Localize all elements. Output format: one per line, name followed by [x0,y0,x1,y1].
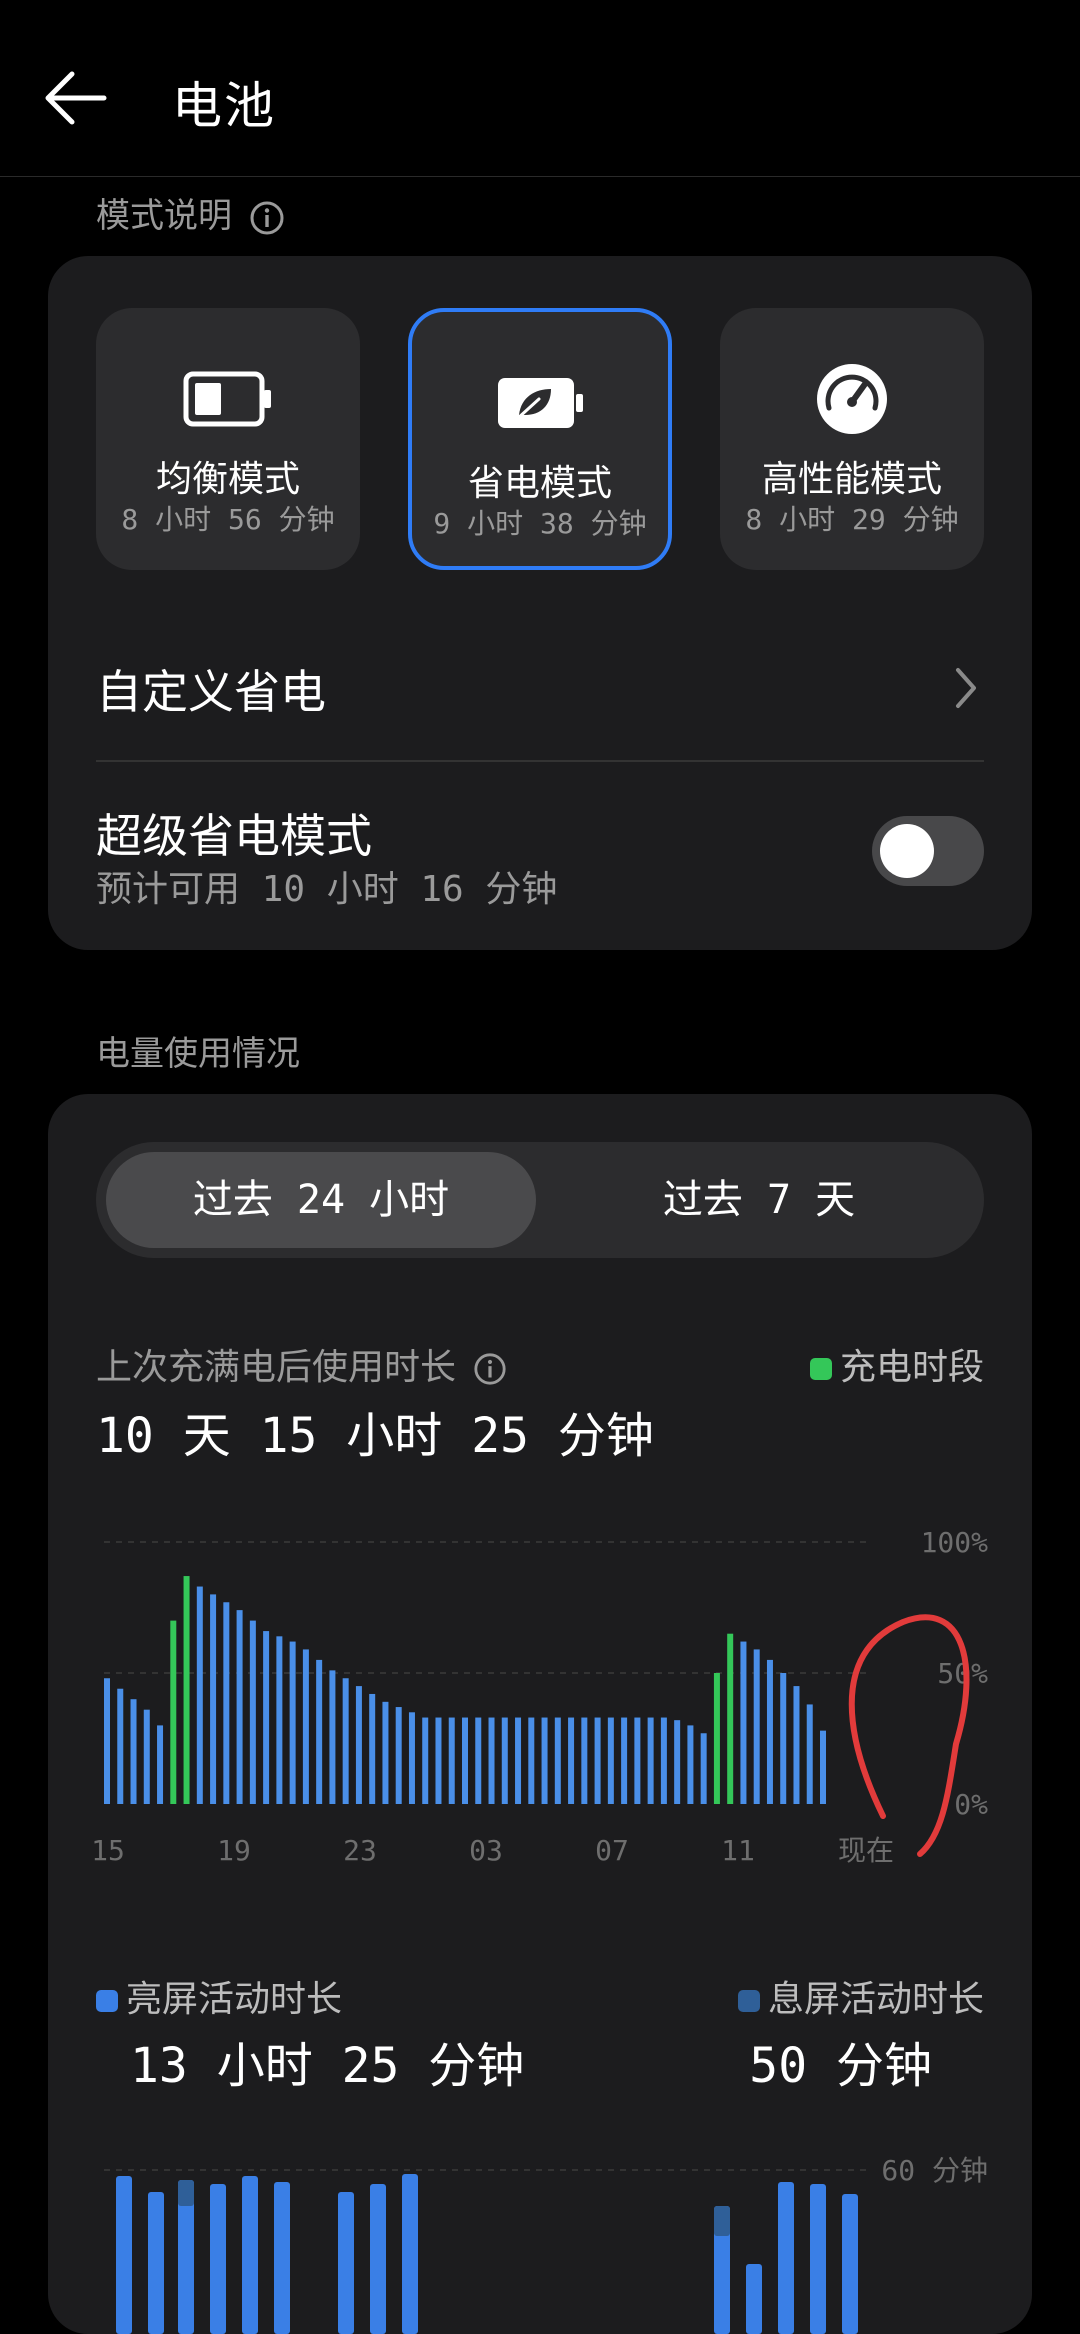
back-arrow-icon [45,71,107,125]
divider [96,760,984,762]
mode-saver-tile[interactable]: 省电模式 9 小时 38 分钟 [408,308,672,570]
super-saver-toggle[interactable] [872,816,984,886]
mode-name: 高性能模式 [761,459,942,500]
screen-on-bar [210,2184,226,2334]
screen-on-bar [274,2182,290,2334]
mode-time: 8 小时 56 分钟 [121,503,335,536]
screen-on-bar [370,2184,386,2334]
custom-saver-label: 自定义省电 [96,665,326,719]
screen-on-bar [778,2182,794,2334]
screen-on-bar [116,2176,132,2334]
screen-on-bar [810,2184,826,2334]
y-tick-label: 60 分钟 [881,2154,988,2187]
usage-card: 过去 24 小时 过去 7 天 上次充满电后使用时长 充电时段 10 天 15 … [48,1094,1032,2334]
mode-section-text: 模式说明 [96,196,232,236]
battery-icon [96,364,360,434]
screen-off-bar [178,2180,194,2206]
speedometer-icon [720,364,984,434]
mode-balanced-tile[interactable]: 均衡模式 8 小时 56 分钟 [96,308,360,570]
mode-section-label: 模式说明 [96,188,285,237]
mode-time: 9 小时 38 分钟 [433,507,647,540]
mode-name: 均衡模式 [155,459,300,500]
screen-on-bar [842,2194,858,2334]
screen-on-bar [148,2192,164,2334]
super-saver-estimate: 预计可用 10 小时 16 分钟 [96,869,558,910]
super-saver-label: 超级省电模式 [96,809,372,863]
page-title: 电池 [172,77,276,135]
mode-name: 省电模式 [467,463,612,504]
battery-leaf-icon [412,368,668,438]
info-icon[interactable] [249,200,285,236]
screen-off-bar [714,2206,730,2236]
mode-performance-tile[interactable]: 高性能模式 8 小时 29 分钟 [720,308,984,570]
screen-on-bar [242,2176,258,2334]
chevron-right-icon [956,668,976,708]
usage-section-label: 电量使用情况 [96,1034,300,1074]
top-bar: 电池 [0,0,1080,177]
screen-on-bar [402,2174,418,2334]
custom-saver-row[interactable]: 自定义省电 [48,616,1032,750]
back-button[interactable] [40,62,130,142]
screen-on-bar [338,2192,354,2334]
screen-on-bar [746,2264,762,2334]
toggle-knob [880,824,934,878]
mode-time: 8 小时 29 分钟 [745,503,959,536]
mode-card: 均衡模式 8 小时 56 分钟 省电模式 9 小时 38 分钟 高性能模式 8 … [48,256,1032,950]
screen-activity-chart: 60 分钟 [104,2154,988,2334]
